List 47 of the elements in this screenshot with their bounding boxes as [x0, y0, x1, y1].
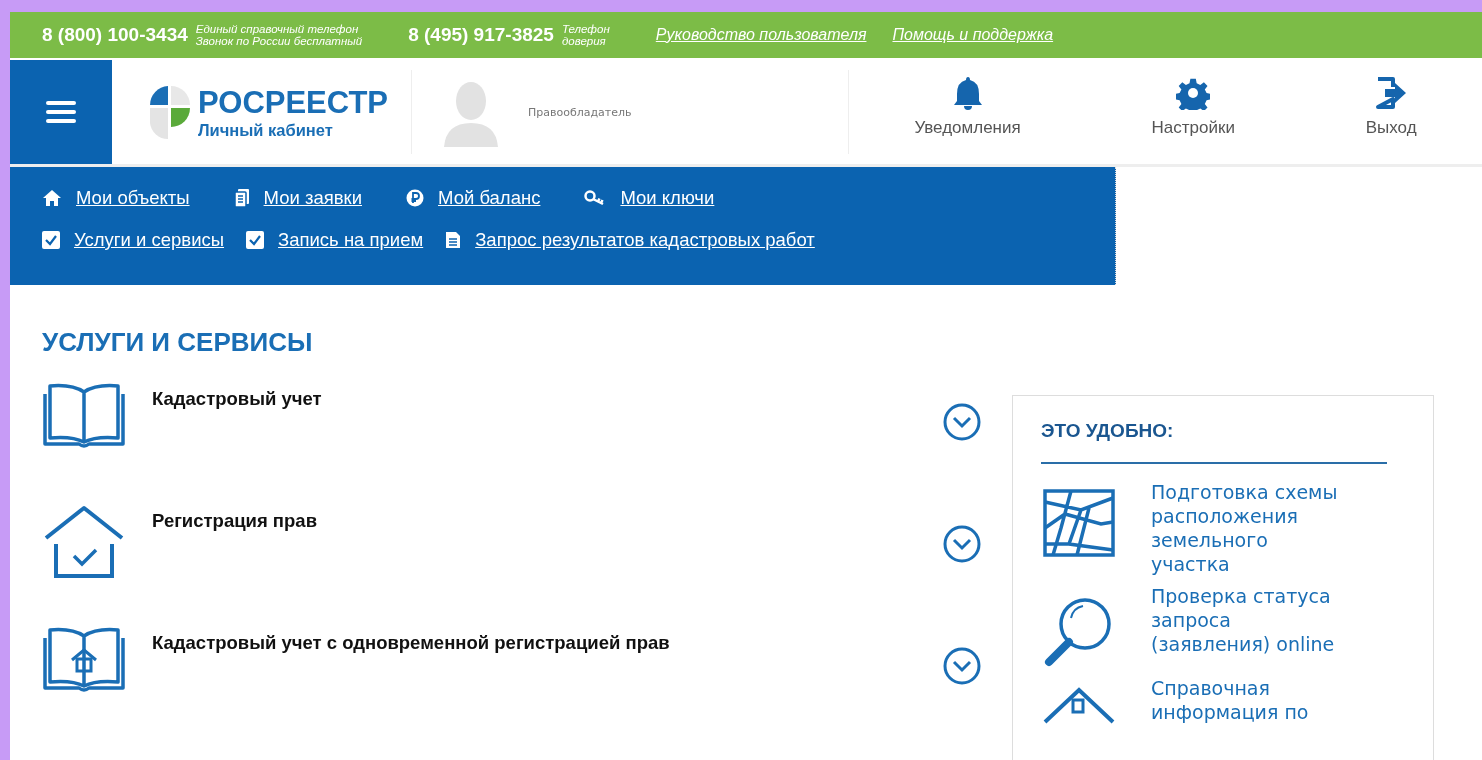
sidebar-link[interactable]: Проверка статуса запроса (заявления) online	[1041, 584, 1387, 668]
nav-link[interactable]: Мои ключи	[584, 187, 715, 209]
exit-icon	[1375, 76, 1408, 110]
nav-link[interactable]: Мои заявки	[233, 187, 362, 209]
phone-number: 8 (495) 917-3825	[408, 24, 554, 46]
expand-button[interactable]	[942, 524, 982, 564]
sidebar-title: ЭТО УДОБНО:	[1041, 396, 1387, 464]
phone-number: 8 (800) 100-3434	[42, 24, 188, 46]
chevron-icon	[942, 402, 982, 442]
nav-link[interactable]: Запись на прием	[246, 229, 424, 251]
logo-title: РОСРЕЕСТР	[198, 84, 389, 121]
book-house-icon	[42, 626, 126, 692]
sidebar-link[interactable]: Справочная информация по	[1041, 676, 1387, 724]
chevron-icon	[942, 646, 982, 686]
header-action[interactable]: Выход	[1365, 76, 1417, 156]
logo-subtitle: Личный кабинет	[198, 120, 334, 140]
service-title: Регистрация прав	[152, 509, 318, 532]
nav-link[interactable]: Мои объекты	[42, 187, 190, 209]
checkbox-icon	[42, 231, 60, 249]
key-icon	[584, 190, 607, 206]
expand-button[interactable]	[942, 646, 982, 686]
header-action[interactable]: Уведомления	[914, 76, 1021, 156]
chevron-icon	[942, 524, 982, 564]
nav-link[interactable]: Запрос результатов кадастровых работ	[445, 229, 815, 251]
user-role: Правообладатель	[528, 105, 632, 119]
nav-link[interactable]: Мой баланс	[406, 187, 541, 209]
service-title: Кадастровый учет	[152, 387, 323, 410]
gear-icon	[1176, 76, 1211, 110]
book-icon	[42, 382, 126, 448]
nav-link[interactable]: Услуги и сервисы	[42, 229, 225, 251]
page-title: УСЛУГИ И СЕРВИСЫ	[42, 327, 314, 358]
ruble-icon	[406, 189, 424, 207]
expand-button[interactable]	[942, 402, 982, 442]
sidebar-link[interactable]: Подготовка схемы расположения земельного участка	[1041, 480, 1387, 576]
document-icon	[445, 231, 462, 249]
header-action[interactable]: Настройки	[1151, 76, 1235, 156]
map-icon	[1041, 488, 1117, 558]
house-check-icon	[42, 504, 126, 580]
phone-note: Единый справочный телефон Звонок по России бесплатный	[195, 23, 363, 47]
documents-icon	[233, 188, 250, 208]
home-icon	[42, 189, 62, 207]
menu-button[interactable]	[10, 60, 112, 164]
service-title: Кадастровый учет с одновременной регистрацией прав	[152, 631, 671, 654]
menu-icon	[46, 100, 76, 124]
phone-note: Телефон доверия	[561, 23, 610, 47]
bell-icon	[952, 76, 983, 110]
checkbox-icon	[246, 231, 265, 249]
